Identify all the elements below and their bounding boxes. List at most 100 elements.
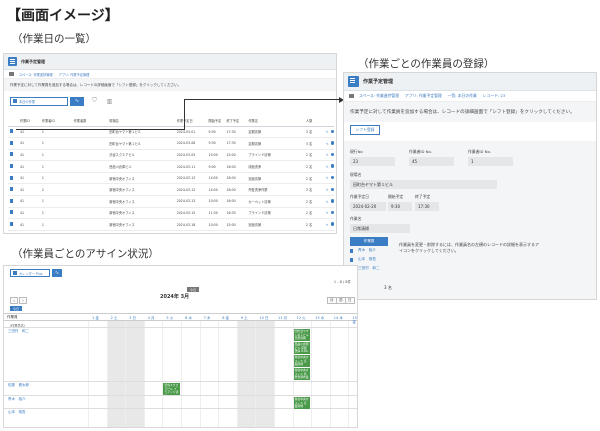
table-header-cell[interactable]: 作業名 [246, 116, 304, 127]
table-header-cell[interactable]: 作業ID [17, 116, 40, 127]
assignment-event[interactable]: 田町台ヤマト第１ビル 日常清掃 9:30-17:30 [293, 329, 311, 341]
edit-icon[interactable]: ✎ [326, 165, 329, 169]
calendar-day-column[interactable] [255, 321, 274, 427]
assignment-event[interactable]: 新宿中央オフィス 窓面清掃 10:00-15:00 [293, 397, 311, 409]
table-row[interactable]: 41 1 田町台ヤマト第１ビル 2024-03-01 9:30 17:30 定期清掃 3 名 ✎ [8, 126, 334, 139]
assignment-event[interactable]: 西品川倉庫ビル 床面洗浄 9:00-16:00 [293, 342, 311, 354]
breadcrumb-item[interactable]: レコード: 23 [483, 93, 506, 99]
edit-icon[interactable]: ✎ [326, 153, 329, 157]
delete-icon[interactable] [330, 210, 334, 215]
view-select[interactable]: 本日の作業 [10, 96, 68, 106]
calendar-day-column[interactable] [162, 321, 181, 427]
record-detail-icon[interactable] [10, 152, 13, 157]
record-detail-icon[interactable] [350, 248, 353, 253]
record-detail-icon[interactable] [10, 164, 13, 169]
breadcrumb-item[interactable]: アプリ: 作業予定管理 [405, 93, 442, 99]
shift-register-button[interactable]: シフト登録 [350, 125, 380, 135]
calendar-day-column[interactable] [125, 321, 144, 427]
day-view-button[interactable]: 日 [345, 297, 355, 304]
record-detail-icon[interactable] [10, 140, 13, 145]
table-header-cell[interactable]: 開始予定 [206, 116, 225, 127]
table-row[interactable]: 41 1 新宿中央オフィス 2024-03-18 10:00 15:00 窓面清掃 2 名 ✎ [8, 218, 334, 231]
edit-icon[interactable]: ✎ [326, 211, 329, 215]
calendar-day-column[interactable] [106, 321, 126, 427]
worker-lane-label[interactable]: 青木 裕介 [8, 397, 26, 402]
worker-lane-label[interactable]: 三田村 和二 [8, 329, 29, 334]
calendar-day-column[interactable] [236, 321, 256, 427]
calendar-day-column[interactable] [199, 321, 219, 427]
table-row[interactable]: 41 1 渋谷スクエアビル 2024-03-05 10:00 15:00 ブラインド清掃 2 … [8, 149, 334, 162]
edit-icon[interactable]: ✎ [326, 188, 329, 192]
table-row[interactable]: 41 2 新宿中央オフィス 2024-03-12 14:00 18:00 外壁洗浄作業 3 名… [8, 183, 334, 197]
today-button[interactable]: 今日 [10, 306, 22, 311]
calendar-day-column[interactable] [329, 321, 349, 427]
calendar-day-column[interactable] [348, 321, 357, 427]
delete-icon[interactable] [330, 199, 334, 203]
delete-icon[interactable] [330, 175, 334, 180]
calendar-day-column[interactable] [143, 321, 163, 427]
worker-row[interactable]: 山本 慎吾 [350, 255, 480, 264]
table-header-cell[interactable]: 人数 [303, 116, 324, 127]
record-detail-icon[interactable] [350, 257, 353, 262]
table-cell [71, 183, 108, 197]
assignment-event[interactable]: 新宿中央オフィス 窓面清掃 14:00-18:00 [293, 355, 311, 367]
calendar-day-column[interactable] [88, 321, 107, 427]
delete-icon[interactable] [330, 187, 334, 192]
breadcrumb-item[interactable]: スペース: 作業進捗管理 [19, 72, 53, 77]
delete-icon[interactable] [330, 222, 334, 226]
table-row[interactable]: 41 1 田町台ヤマト第１ビル 2024-03-08 9:30 17:30 定期清掃 3 名 ✎ [8, 137, 334, 150]
breadcrumb-item[interactable]: 一覧: 本日の作業 [448, 93, 477, 99]
assignment-event[interactable]: 新宿中央オフィス 外壁洗浄作業 14:00 [293, 368, 311, 380]
worker-lane-label[interactable]: 佐藤 健太郎 [8, 383, 29, 388]
home-icon[interactable] [9, 72, 14, 76]
record-detail-icon[interactable] [10, 187, 13, 192]
chart-icon[interactable]: ▥ [105, 97, 114, 106]
view-select[interactable]: カレンダー Plus [10, 269, 50, 277]
table-row[interactable]: 41 1 新宿中央オフィス 2024-03-13 14:00 18:00 窓面清掃 2 名 ✎ [8, 172, 334, 185]
table-header-cell[interactable]: 作業者ID [39, 116, 72, 127]
table-cell [8, 195, 18, 208]
table-header-cell[interactable]: 作業者数 [71, 116, 108, 127]
table-cell: 渋谷スクエアビル [107, 149, 175, 162]
delete-icon[interactable] [330, 141, 334, 145]
calendar-day-column[interactable] [311, 321, 330, 427]
table-row[interactable]: 41 1 西品川倉庫ビル 2024-03-11 9:00 16:00 床面洗浄 2 名 ✎ [8, 160, 334, 173]
table-cell: 床面洗浄 [246, 160, 304, 173]
table-cell: カーペット清掃 [246, 195, 304, 208]
calendar-day-column[interactable] [181, 321, 200, 427]
worker-lane-label[interactable]: 山本 慎吾 [8, 410, 26, 415]
delete-icon[interactable] [330, 129, 334, 134]
breadcrumb-item[interactable]: スペース: 作業進捗管理 [359, 93, 399, 99]
table-header-cell[interactable]: 作業予定日 [174, 116, 207, 127]
table-row[interactable]: 41 1 新宿中央オフィス 2024-03-15 11:30 16:30 ブラインド清掃 2 … [8, 207, 334, 220]
record-detail-icon[interactable] [10, 175, 13, 180]
table-row[interactable]: 41 1 新宿中央オフィス 2024-03-13 10:00 16:00 カーペット清掃 2 … [8, 195, 334, 208]
edit-icon[interactable]: ✎ [326, 142, 329, 146]
next-month-button[interactable]: › [19, 297, 27, 304]
edit-icon[interactable]: ✎ [326, 223, 329, 227]
edit-icon[interactable]: ✎ [326, 176, 329, 180]
field-value: 45 [409, 157, 454, 166]
table-header-cell[interactable]: 現場名 [107, 116, 175, 127]
record-detail-icon[interactable] [10, 129, 13, 134]
table-cell: 17:30 [224, 126, 247, 139]
home-icon[interactable] [349, 94, 354, 98]
edit-icon[interactable]: ✎ [326, 130, 329, 134]
record-detail-icon[interactable] [10, 222, 13, 227]
graph-button[interactable]: ∿ [52, 269, 62, 277]
prev-month-button[interactable]: ‹ [10, 297, 18, 304]
table-header-cell[interactable]: 終了予定 [224, 116, 247, 127]
calendar-day-column[interactable] [218, 321, 237, 427]
record-detail-icon[interactable] [10, 198, 13, 203]
delete-icon[interactable] [330, 152, 334, 157]
breadcrumb-item[interactable]: アプリ: 作業予定管理 [59, 72, 90, 77]
table-header-row: 作業ID作業者ID作業者数現場名作業予定日開始予定終了予定作業名人数 [8, 116, 334, 127]
calendar-day-column[interactable] [274, 321, 293, 427]
edit-icon[interactable]: ✎ [326, 200, 329, 204]
worker-row[interactable]: 三田村 和二 [350, 264, 480, 273]
delete-icon[interactable] [330, 164, 334, 168]
assignment-event[interactable]: 渋谷スクエアビル ブラインド清掃 10:00-15:00 [163, 383, 180, 395]
filter-icon[interactable]: ⛉ [90, 97, 99, 106]
record-detail-icon[interactable] [10, 210, 13, 215]
graph-button[interactable]: ∿ [70, 96, 84, 106]
